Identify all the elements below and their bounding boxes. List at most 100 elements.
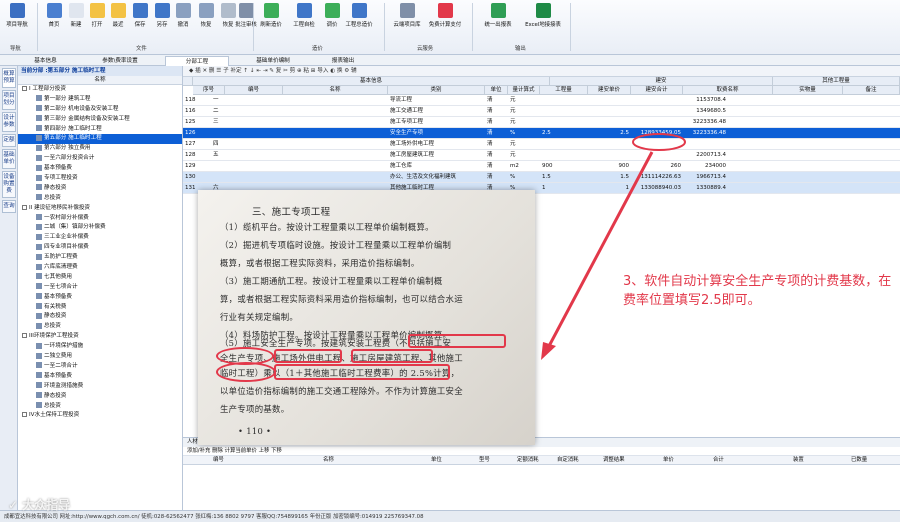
side-tab-0[interactable]: 概算预算	[2, 68, 16, 88]
side-tab-3[interactable]: 定额	[2, 134, 16, 147]
tree-item[interactable]: III环境保护工程投资	[18, 332, 182, 342]
tree-item[interactable]: 第五部分 施工临时工程	[18, 134, 182, 145]
tree-item[interactable]: 四专业项目补偿费	[18, 243, 182, 253]
cell-qty[interactable]: 2.5	[588, 128, 631, 139]
ribbon-button-14[interactable]: 工程总造价	[344, 3, 374, 28]
tree-item[interactable]: 三工业企业补偿费	[18, 233, 182, 243]
ribbon-button-18[interactable]: Excel地接接表	[524, 3, 562, 28]
cell-qty[interactable]	[588, 117, 631, 128]
tree-item[interactable]: 专项工程投资	[18, 174, 182, 184]
tab-2[interactable]: 分部工程	[165, 56, 229, 66]
cell-formula[interactable]: 900	[540, 161, 588, 172]
cell-formula[interactable]: 1.5	[540, 172, 588, 183]
ribbon-button-10[interactable]: 批注审核	[231, 3, 261, 28]
grid-row[interactable]: 130 办公、生活及文化福利建筑 清% 1.5 1.5 131114226.63 19667…	[183, 172, 900, 183]
side-tab-5[interactable]: 设备购置费	[2, 171, 16, 198]
cell-qty[interactable]	[588, 106, 631, 117]
ribbon-button-3[interactable]: 打开	[87, 3, 107, 28]
grid-row[interactable]: 118 一 导流工程 清 元 1153708.4	[183, 95, 900, 106]
cell-qty[interactable]: 1.5	[588, 172, 631, 183]
grid-row[interactable]: 116 二 施工交通工程 清 元 1349680.5	[183, 106, 900, 117]
tree-item[interactable]: 总投资	[18, 194, 182, 204]
tree-item[interactable]: 二城（集）镇部分补偿费	[18, 223, 182, 233]
grid-toolbar[interactable]: ◆ 插 ✕ 删 ☰ 子 补定 ↑ ↓ ⇤ ⇥ ✎ 复 ✂ 剪 ⊕ 粘 ⊞ 导入 …	[183, 66, 900, 77]
self-check-icon	[296, 3, 312, 18]
tree-item[interactable]: 六库底清理费	[18, 263, 182, 273]
side-tab-6[interactable]: 查询	[2, 200, 16, 213]
ribbon-button-12[interactable]: 工程自检	[290, 3, 318, 28]
cell-qty[interactable]	[588, 95, 631, 106]
cell-formula[interactable]	[540, 95, 588, 106]
expand-icon[interactable]	[22, 204, 27, 210]
cell-formula[interactable]: 1	[540, 183, 588, 194]
tree-item[interactable]: 静态投资	[18, 184, 182, 194]
ribbon-button-1[interactable]: 首页	[44, 3, 64, 28]
tab-4[interactable]: 报表输出	[318, 56, 368, 66]
ribbon-button-0[interactable]: 项目导航	[4, 3, 30, 28]
tree-item[interactable]: 一农村部分补偿费	[18, 214, 182, 224]
grid-row[interactable]: 127 四 施工场外供电工程 清 元	[183, 139, 900, 150]
tree-item[interactable]: 七其他费用	[18, 273, 182, 283]
ribbon-button-8[interactable]: 恢复	[196, 3, 216, 28]
cell-qty[interactable]	[588, 139, 631, 150]
tree-item[interactable]: 静态投资	[18, 392, 182, 402]
grid-row[interactable]: 128 五 施工房屋建筑工程 清 元 2200713.4	[183, 150, 900, 161]
grid-row[interactable]: 126 安全生产专项 清% 2.5 2.5 128933459.05 3223336.48	[183, 128, 900, 139]
tree-item[interactable]: I 工程部分投资	[18, 85, 182, 95]
tree-item[interactable]: 第四部分 施工临时工程	[18, 125, 182, 135]
tree-item[interactable]: 一环境保护措施	[18, 342, 182, 352]
tree-item[interactable]: 静态投资	[18, 312, 182, 322]
tree-item[interactable]: 一至二项合计	[18, 362, 182, 372]
ribbon-button-17[interactable]: 统一出报表	[480, 3, 516, 28]
expand-icon[interactable]	[22, 412, 27, 418]
ribbon-button-6[interactable]: 另存	[152, 3, 172, 28]
expand-icon[interactable]	[22, 86, 27, 91]
ribbon-button-16[interactable]: 免费计算支付	[425, 3, 465, 28]
tree-item[interactable]: 基本预备费	[18, 372, 182, 382]
cell-qty[interactable]: 1	[588, 183, 631, 194]
cell-unit: m2	[510, 163, 519, 169]
cell-formula[interactable]	[540, 150, 588, 161]
tree-item[interactable]: II 建设征地移民补偿投资	[18, 204, 182, 214]
ribbon-button-11[interactable]: 刷新造价	[258, 3, 284, 28]
cell-formula[interactable]: 2.5	[540, 128, 588, 139]
detail-actions[interactable]: 添加/补充 删除 计算当前单价 上移 下移	[183, 447, 900, 456]
ribbon-button-13[interactable]: 调价	[319, 3, 345, 28]
tree-item[interactable]: 一至六部分投资合计	[18, 154, 182, 164]
ribbon-button-7[interactable]: 撤消	[173, 3, 193, 28]
tab-3[interactable]: 基础单价编制	[238, 56, 308, 66]
tree-item[interactable]: 第二部分 机电设备及安装工程	[18, 105, 182, 115]
grid-row[interactable]: 129 施工仓库 清 m2 900 900 260 234000	[183, 161, 900, 172]
grid-row[interactable]: 125 三 施工专项工程 清 元 3223336.48	[183, 117, 900, 128]
tree-item[interactable]: 第三部分 金属结构设备及安装工程	[18, 115, 182, 125]
expand-icon[interactable]	[22, 333, 27, 339]
ribbon-button-5[interactable]: 保存	[130, 3, 150, 28]
tab-1[interactable]: 参数\费率设置	[85, 56, 155, 66]
tree-item[interactable]: 第一部分 建筑工程	[18, 95, 182, 105]
side-tab-1[interactable]: 项目划分	[2, 90, 16, 110]
cell-formula[interactable]	[540, 117, 588, 128]
tree-item[interactable]: 二独立费用	[18, 352, 182, 362]
cell-formula[interactable]	[540, 106, 588, 117]
ribbon-button-15[interactable]: 云端项目库	[390, 3, 424, 28]
tree-item[interactable]: 第六部分 独立费用	[18, 144, 182, 154]
ribbon-button-2[interactable]: 新建	[66, 3, 86, 28]
cell-name: 施工房屋建筑工程	[390, 152, 435, 158]
cell-formula[interactable]	[540, 139, 588, 150]
tree-item[interactable]: 基本预备费	[18, 293, 182, 303]
cell-qty[interactable]: 900	[588, 161, 631, 172]
tab-0[interactable]: 基本信息	[18, 56, 73, 66]
tree-item[interactable]: 环境监测措施费	[18, 382, 182, 392]
tree-item[interactable]: 五防护工程费	[18, 253, 182, 263]
tree-item[interactable]: 总投资	[18, 322, 182, 332]
tree-item[interactable]: IV水土保持工程投资	[18, 411, 182, 421]
side-tab-4[interactable]: 基础单价	[2, 149, 16, 169]
tree-item[interactable]: 有关税费	[18, 303, 182, 313]
tree-item[interactable]: 基本预备费	[18, 164, 182, 174]
cell-qty[interactable]	[588, 150, 631, 161]
ribbon-button-4[interactable]: 最近	[108, 3, 128, 28]
cell-cat: 清	[487, 119, 493, 125]
tree-item[interactable]: 总投资	[18, 402, 182, 412]
side-tab-2[interactable]: 设计参数	[2, 112, 16, 132]
tree-item[interactable]: 一至七项合计	[18, 283, 182, 293]
